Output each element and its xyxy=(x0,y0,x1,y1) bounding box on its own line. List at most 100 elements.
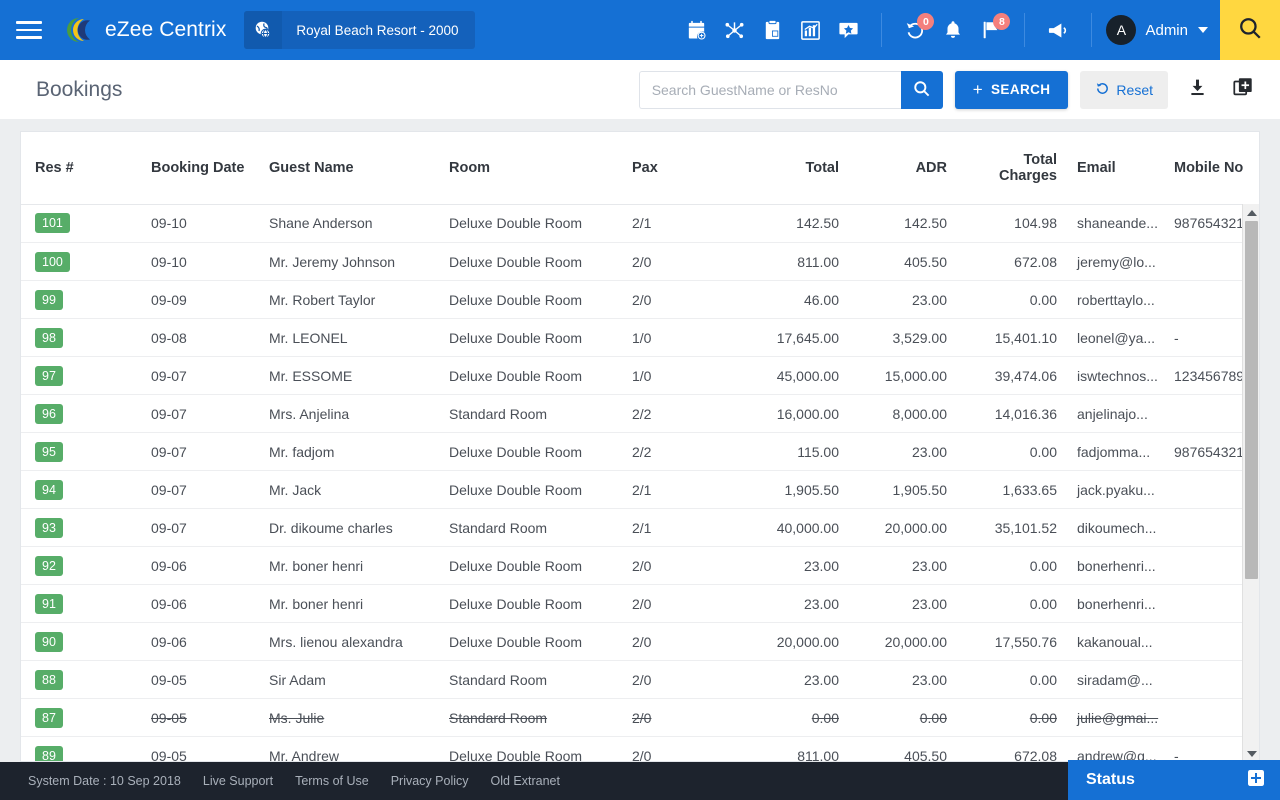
res-number-badge[interactable]: 95 xyxy=(35,442,63,462)
calendar-add-icon[interactable] xyxy=(677,11,715,49)
hamburger-menu-icon[interactable] xyxy=(0,0,58,60)
system-date-label: System Date : 10 Sep 2018 xyxy=(28,774,181,788)
add-copy-button[interactable] xyxy=(1226,73,1260,107)
status-panel-toggle[interactable]: Status xyxy=(1068,760,1280,800)
status-label: Status xyxy=(1086,771,1135,789)
cell-total-charges: 15,401.10 xyxy=(957,319,1067,357)
cell-total-charges: 0.00 xyxy=(957,661,1067,699)
download-button[interactable] xyxy=(1180,73,1214,107)
table-row[interactable]: 9409-07Mr. JackDeluxe Double Room2/11,90… xyxy=(21,471,1259,509)
table-row[interactable]: 10109-10Shane AndersonDeluxe Double Room… xyxy=(21,205,1259,243)
table-row[interactable]: 9509-07Mr. fadjomDeluxe Double Room2/211… xyxy=(21,433,1259,471)
cell-room: Standard Room xyxy=(439,509,622,547)
column-header-pax[interactable]: Pax xyxy=(622,132,724,204)
column-header-email[interactable]: Email xyxy=(1067,132,1164,204)
res-number-badge[interactable]: 101 xyxy=(35,213,70,233)
res-number-badge[interactable]: 100 xyxy=(35,252,70,272)
scroll-up-arrow-icon[interactable] xyxy=(1243,204,1260,221)
cell-pax: 2/0 xyxy=(622,243,724,281)
search-submit-button[interactable] xyxy=(901,71,943,109)
res-number-badge[interactable]: 88 xyxy=(35,670,63,690)
table-row[interactable]: 9809-08Mr. LEONELDeluxe Double Room1/017… xyxy=(21,319,1259,357)
cell-pax: 2/0 xyxy=(622,623,724,661)
bookings-table-scroll-region[interactable]: 10109-10Shane AndersonDeluxe Double Room… xyxy=(21,205,1259,763)
cell-email: shaneande... xyxy=(1067,205,1164,243)
cell-booking-date: 09-10 xyxy=(141,205,259,243)
res-number-badge[interactable]: 96 xyxy=(35,404,63,424)
brand-logo-link[interactable]: eZee Centrix xyxy=(66,15,226,45)
bookings-table-head: Res # Booking Date Guest Name Room Pax T… xyxy=(21,132,1260,204)
user-menu[interactable]: A Admin xyxy=(1091,13,1220,47)
table-row[interactable]: 8909-05Mr. AndrewDeluxe Double Room2/081… xyxy=(21,737,1259,763)
search-filter-button[interactable]: + SEARCH xyxy=(955,71,1069,109)
column-header-guest[interactable]: Guest Name xyxy=(259,132,439,204)
table-row[interactable]: 10009-10Mr. Jeremy JohnsonDeluxe Double … xyxy=(21,243,1259,281)
res-number-badge[interactable]: 93 xyxy=(35,518,63,538)
res-number-badge[interactable]: 94 xyxy=(35,480,63,500)
footer-link-privacy-policy[interactable]: Privacy Policy xyxy=(391,774,469,788)
scrollbar-thumb[interactable] xyxy=(1245,221,1258,579)
footer-link-live-support[interactable]: Live Support xyxy=(203,774,273,788)
table-row[interactable]: 9209-06Mr. boner henriDeluxe Double Room… xyxy=(21,547,1259,585)
res-number-badge[interactable]: 99 xyxy=(35,290,63,310)
search-filter-label: SEARCH xyxy=(991,82,1050,97)
flag-icon[interactable]: 8 xyxy=(972,11,1010,49)
cell-room: Standard Room xyxy=(439,699,622,737)
footer-link-terms-of-use[interactable]: Terms of Use xyxy=(295,774,369,788)
bell-icon[interactable] xyxy=(934,11,972,49)
global-search-button[interactable] xyxy=(1220,0,1280,60)
res-number-badge[interactable]: 90 xyxy=(35,632,63,652)
column-header-res[interactable]: Res # xyxy=(21,132,141,204)
res-number-badge[interactable]: 98 xyxy=(35,328,63,348)
expand-plus-icon[interactable] xyxy=(1248,770,1264,791)
cell-adr: 15,000.00 xyxy=(849,357,957,395)
table-row[interactable]: 91 09-06Mr. boner henriDeluxe Double Room… xyxy=(21,585,1259,623)
history-revert-icon[interactable]: 0 xyxy=(896,11,934,49)
table-row[interactable]: 9709-07Mr. ESSOMEDeluxe Double Room1/045… xyxy=(21,357,1259,395)
table-row[interactable]: 9909-09Mr. Robert TaylorDeluxe Double Ro… xyxy=(21,281,1259,319)
res-number-badge[interactable]: 97 xyxy=(35,366,63,386)
cell-total-charges: 104.98 xyxy=(957,205,1067,243)
cell-total-charges: 39,474.06 xyxy=(957,357,1067,395)
table-row[interactable]: 9609-07Mrs. AnjelinaStandard Room2/216,0… xyxy=(21,395,1259,433)
cell-res: 88 xyxy=(21,661,141,699)
cell-room: Deluxe Double Room xyxy=(439,623,622,661)
cell-guest-name: Mrs. lienou alexandra xyxy=(259,623,439,661)
cell-adr: 3,529.00 xyxy=(849,319,957,357)
res-number-badge[interactable]: 89 xyxy=(35,746,63,763)
cell-res: 92 xyxy=(21,547,141,585)
clipboard-icon[interactable] xyxy=(753,11,791,49)
cell-room: Deluxe Double Room xyxy=(439,281,622,319)
table-row[interactable]: 8709-05Ms. JulieStandard Room2/00.000.00… xyxy=(21,699,1259,737)
reset-button[interactable]: Reset xyxy=(1080,71,1168,109)
chart-icon[interactable] xyxy=(791,11,829,49)
column-header-date[interactable]: Booking Date xyxy=(141,132,259,204)
table-row[interactable]: 9009-06Mrs. lienou alexandraDeluxe Doubl… xyxy=(21,623,1259,661)
cell-guest-name: Mr. boner henri xyxy=(259,585,439,623)
column-header-adr[interactable]: ADR xyxy=(849,132,957,204)
column-header-room[interactable]: Room xyxy=(439,132,622,204)
column-header-mobile[interactable]: Mobile No xyxy=(1164,132,1260,204)
search-input[interactable] xyxy=(639,71,901,109)
cell-res: 99 xyxy=(21,281,141,319)
cell-guest-name: Mr. fadjom xyxy=(259,433,439,471)
table-row[interactable]: 8809-05Sir AdamStandard Room2/023.0023.0… xyxy=(21,661,1259,699)
res-number-badge[interactable]: 91 xyxy=(35,594,63,614)
cell-booking-date: 09-06 xyxy=(141,585,259,623)
cell-guest-name: Sir Adam xyxy=(259,661,439,699)
bookings-table-body: 10109-10Shane AndersonDeluxe Double Room… xyxy=(21,205,1259,763)
table-row[interactable]: 9309-07Dr. dikoume charlesStandard Room2… xyxy=(21,509,1259,547)
column-header-total[interactable]: Total xyxy=(724,132,849,204)
property-selector[interactable]: Royal Beach Resort - 2000 xyxy=(244,11,474,49)
vertical-scrollbar[interactable] xyxy=(1242,204,1259,762)
res-number-badge[interactable]: 92 xyxy=(35,556,63,576)
property-name-label: Royal Beach Resort - 2000 xyxy=(282,23,474,38)
megaphone-icon[interactable] xyxy=(1039,11,1077,49)
content-area: Res # Booking Date Guest Name Room Pax T… xyxy=(0,119,1280,762)
cell-room: Deluxe Double Room xyxy=(439,585,622,623)
column-header-charges[interactable]: Total Charges xyxy=(957,132,1067,204)
network-share-icon[interactable] xyxy=(715,11,753,49)
review-star-icon[interactable] xyxy=(829,11,867,49)
footer-link-old-extranet[interactable]: Old Extranet xyxy=(491,774,560,788)
res-number-badge[interactable]: 87 xyxy=(35,708,63,728)
